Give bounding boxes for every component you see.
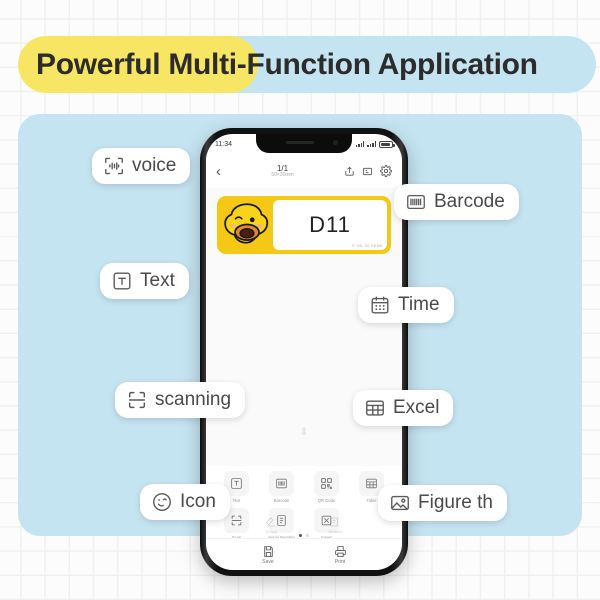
calendar-icon	[369, 294, 391, 316]
chevron-down-icon[interactable]: ⇩	[300, 428, 308, 438]
chip-label: Barcode	[434, 191, 505, 212]
chip-label: Excel	[393, 397, 440, 418]
bottom-action-bar: Save Print	[206, 538, 402, 570]
tool-qrcode[interactable]: QR Code	[308, 471, 346, 503]
signal-icon	[355, 141, 365, 147]
save-button[interactable]: Save	[262, 545, 275, 565]
label-preview[interactable]: D11 © '05, 20 SEMK	[217, 196, 391, 254]
picture-image-icon	[389, 492, 411, 514]
chip-text[interactable]: Text	[100, 263, 189, 299]
quick-action-item[interactable]: Empty	[265, 516, 277, 534]
chip-label: Text	[140, 270, 175, 291]
chip-label: voice	[132, 155, 177, 176]
wifi-icon	[367, 141, 376, 147]
barcode-box-icon	[405, 191, 427, 213]
status-time: 11:34	[215, 140, 232, 148]
phone-screen: 11:34 ‹ 1/1 50×30mm D11 © '05, 20 SEMK ⇩…	[206, 134, 402, 570]
scan-frame-icon	[126, 389, 148, 411]
voice-waveform-icon	[103, 155, 125, 177]
chip-label: Icon	[180, 491, 216, 512]
save-label: Save	[262, 558, 274, 565]
chip-scanning[interactable]: scanning	[115, 382, 246, 418]
chip-excel[interactable]: Excel	[353, 390, 454, 426]
title-banner: Powerful Multi-Function Application	[18, 36, 596, 93]
header-center: 1/1 50×30mm	[271, 164, 293, 179]
duck-character-graphic	[221, 200, 273, 250]
battery-icon	[379, 140, 395, 148]
app-header: ‹ 1/1 50×30mm	[206, 154, 402, 188]
share-icon[interactable]	[344, 166, 355, 177]
tool-label: Barcode	[273, 498, 290, 503]
phone-notch	[256, 134, 352, 153]
chip-barcode[interactable]: Barcode	[394, 184, 519, 220]
label-text-field[interactable]: D11 © '05, 20 SEMK	[273, 200, 387, 250]
phone-mockup: 11:34 ‹ 1/1 50×30mm D11 © '05, 20 SEMK ⇩…	[200, 128, 408, 576]
label-copyright: © '05, 20 SEMK	[351, 243, 383, 248]
chip-label: scanning	[155, 389, 232, 410]
text-box-icon	[111, 270, 133, 292]
table-grid-icon	[364, 397, 386, 419]
print-button[interactable]: Print	[334, 545, 347, 565]
chip-label: Figure th	[418, 492, 493, 513]
chevron-left-icon[interactable]: ‹	[216, 164, 221, 179]
tool-label: QR Code	[317, 498, 336, 503]
chip-time[interactable]: Time	[358, 287, 454, 323]
chip-figure[interactable]: Figure th	[378, 485, 507, 521]
quick-action-label: Empty	[265, 529, 278, 534]
label-text-value: D11	[309, 212, 351, 237]
tool-barcode[interactable]: Barcode	[263, 471, 301, 503]
chip-icon[interactable]: Icon	[140, 484, 230, 520]
status-icons	[355, 140, 395, 148]
quick-action-label: Refresh	[328, 529, 343, 534]
settings-gear-icon[interactable]	[380, 165, 392, 177]
label-template-icon[interactable]	[362, 166, 373, 177]
tool-panel: Empty Refresh Text Barcode QR Code Table	[206, 466, 402, 540]
label-size-text: 50×30mm	[271, 171, 294, 178]
qrcode-tool-icon	[314, 471, 339, 496]
chip-voice[interactable]: voice	[92, 148, 191, 184]
chip-label: Time	[398, 294, 440, 315]
quick-action-item[interactable]: Refresh	[328, 516, 342, 534]
page-title: Powerful Multi-Function Application	[36, 47, 538, 81]
print-label: Print	[334, 558, 346, 565]
page-dots	[299, 534, 309, 537]
tool-row-1: Text Barcode QR Code Table	[206, 471, 402, 503]
header-icons	[344, 165, 392, 177]
smiley-face-icon	[151, 491, 173, 513]
barcode-tool-icon	[269, 471, 294, 496]
